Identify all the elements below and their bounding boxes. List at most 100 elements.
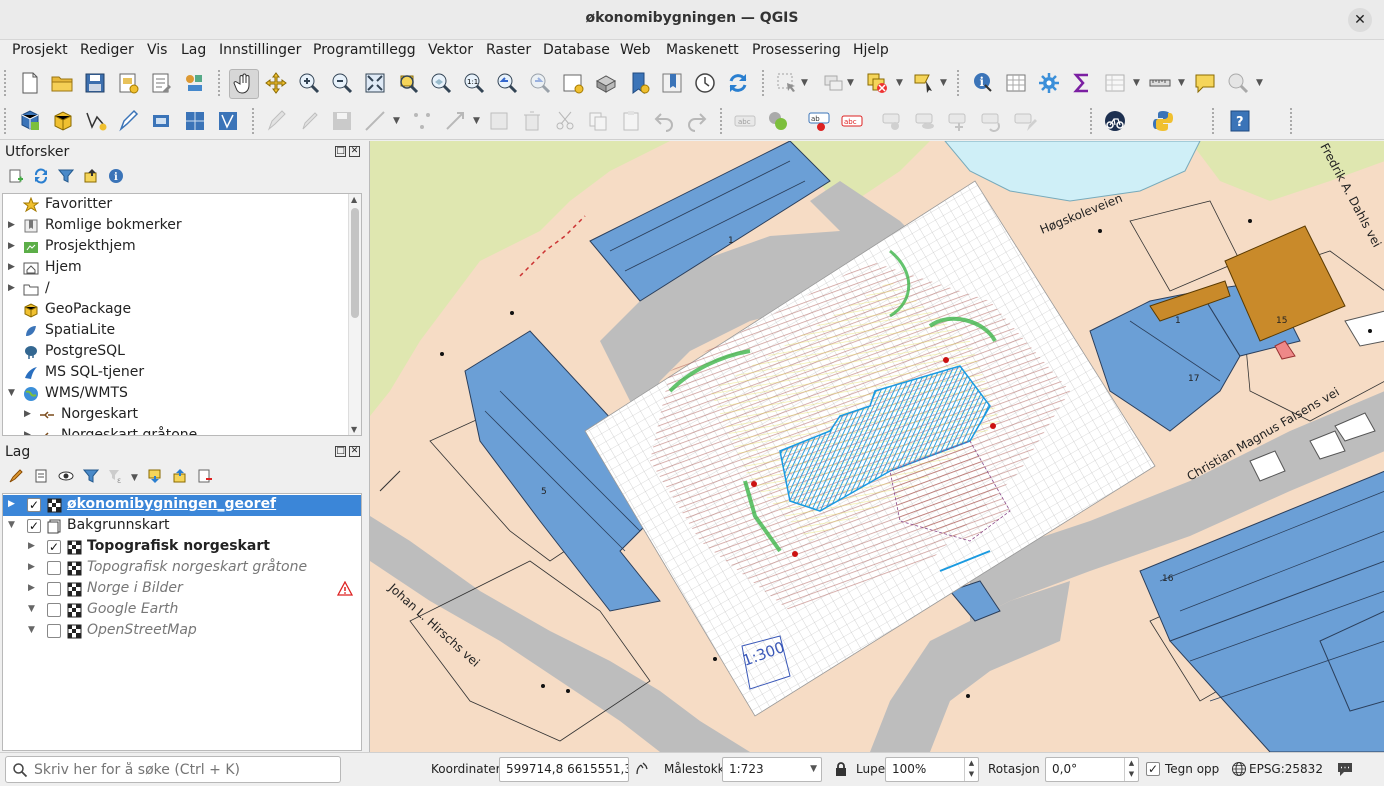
collapse-arrow-icon[interactable]: ▼ [28,604,35,614]
layer-styling-icon[interactable] [6,466,26,486]
menu-web[interactable]: Web [620,42,651,58]
select-features-icon[interactable] [774,70,800,96]
chevron-down-icon[interactable]: ▼ [1133,78,1140,88]
new-bookmark-icon[interactable] [626,70,652,96]
new-geopackage-icon[interactable] [50,108,76,134]
pin-labels-icon[interactable]: ab [806,108,832,134]
close-panel-icon[interactable]: ✕ [349,446,360,457]
browser-item[interactable]: ▶ Norgeskart [3,405,349,426]
expand-arrow-icon[interactable]: ▶ [28,541,35,551]
zoom-in-icon[interactable] [296,70,322,96]
move-diagram-icon[interactable] [946,108,972,134]
attribute-table-icon[interactable] [1003,70,1029,96]
layer-row[interactable]: ▶ Topografisk norgeskart gråtone [3,558,361,579]
expand-arrow-icon[interactable]: ▶ [8,262,15,272]
select-by-value-icon[interactable] [821,70,847,96]
label-tool-icon[interactable]: abc [732,108,758,134]
zoom-full-icon[interactable] [362,70,388,96]
toolbar-grip[interactable] [4,70,8,96]
menu-prosessering[interactable]: Prosessering [752,42,841,58]
annotation-icon[interactable] [1192,70,1218,96]
show-labels-icon[interactable]: abc [839,108,865,134]
menu-vis[interactable]: Vis [147,42,167,58]
modify-attributes-icon[interactable] [442,108,468,134]
coordinate-field[interactable]: 599714,8 6615551,3 [499,757,629,782]
zoom-out-icon[interactable] [329,70,355,96]
magnifier-field[interactable]: 100% ▲ ▼ [885,757,979,782]
render-checkbox[interactable]: ✓ [1146,762,1160,776]
rotation-spinner[interactable]: ▲ ▼ [1124,758,1138,781]
float-panel-icon[interactable]: □ [335,446,346,457]
paste-icon[interactable] [618,108,644,134]
toolbar-grip[interactable] [218,70,222,96]
new-mesh-layer-icon[interactable] [215,108,241,134]
cut-icon[interactable] [552,108,578,134]
statistics-sum-icon[interactable] [1069,70,1095,96]
close-panel-icon[interactable]: ✕ [349,146,360,157]
layer-visibility-checkbox[interactable] [47,624,61,638]
menu-database[interactable]: Database [543,42,610,58]
browser-item[interactable]: ▶ Prosjekthjem [3,237,349,258]
move-label-icon[interactable] [880,108,906,134]
toolbar-grip[interactable] [720,108,724,134]
search-input[interactable] [34,760,334,780]
deselect-icon[interactable] [864,70,890,96]
toolbar-grip[interactable] [957,70,961,96]
scrollbar-thumb[interactable] [351,208,359,318]
layer-visibility-checkbox[interactable] [47,603,61,617]
expand-arrow-icon[interactable]: ▶ [8,220,15,230]
menu-lag[interactable]: Lag [181,42,206,58]
pan-to-selection-icon[interactable] [263,70,289,96]
vertex-tool-icon[interactable] [409,108,435,134]
scale-field[interactable]: 1:723 ▼ [722,757,822,782]
layer-visibility-checkbox[interactable] [47,561,61,575]
help-icon[interactable]: ? [1227,108,1253,134]
new-print-layout-icon[interactable] [115,70,141,96]
menu-vektor[interactable]: Vektor [428,42,473,58]
layer-row[interactable]: ▶ Norge i Bilder [3,579,361,600]
browser-item[interactable]: GeoPackage [3,300,349,321]
properties-info-icon[interactable]: i [106,166,126,186]
layer-row[interactable]: ▼ OpenStreetMap [3,621,361,642]
expand-all-icon[interactable] [145,466,165,486]
menu-prosjekt[interactable]: Prosjekt [12,42,68,58]
expand-arrow-icon[interactable]: ▶ [8,499,15,509]
toolbar-grip[interactable] [762,70,766,96]
delete-selected-icon[interactable] [519,108,545,134]
save-project-icon[interactable] [82,70,108,96]
chevron-down-icon[interactable]: ▼ [940,78,947,88]
map-render[interactable]: 1:300 Høgskoleveien Christian Magnus Fal… [370,141,1384,752]
chevron-down-icon[interactable]: ▼ [131,473,138,483]
expand-arrow-icon[interactable]: ▶ [28,562,35,572]
collapse-all-icon[interactable] [81,166,101,186]
style-manager-icon[interactable] [181,70,207,96]
expand-arrow-icon[interactable]: ▶ [24,430,31,435]
collapse-arrow-icon[interactable]: ▼ [8,520,15,530]
refresh-browser-icon[interactable] [31,166,51,186]
rotation-field[interactable]: 0,0° ▲ ▼ [1045,757,1139,782]
copy-icon[interactable] [585,108,611,134]
toggle-editing-icon[interactable] [296,108,322,134]
zoom-native-icon[interactable]: 1:1 [461,70,487,96]
filter-by-expression-icon[interactable]: ε [106,466,126,486]
chevron-down-icon[interactable]: ▼ [1178,78,1185,88]
menu-hjelp[interactable]: Hjelp [853,42,889,58]
select-location-icon[interactable] [911,70,937,96]
browser-item[interactable]: ▶ / [3,279,349,300]
browser-item[interactable]: ▶ Romlige bokmerker [3,216,349,237]
toolbar-grip[interactable] [1090,108,1094,134]
toolbar-grip[interactable] [252,108,256,134]
open-project-icon[interactable] [49,70,75,96]
current-edits-icon[interactable] [264,108,290,134]
toolbar-grip[interactable] [1212,108,1216,134]
cycle-plugin-icon[interactable] [1102,108,1128,134]
filter-browser-icon[interactable] [56,166,76,186]
chevron-down-icon[interactable]: ▼ [393,116,400,126]
new-project-icon[interactable] [17,70,43,96]
menu-innstillinger[interactable]: Innstillinger [219,42,301,58]
collapse-layers-icon[interactable] [170,466,190,486]
messages-icon[interactable] [1336,760,1354,778]
remove-layer-icon[interactable] [195,466,215,486]
float-panel-icon[interactable]: □ [335,146,346,157]
expand-arrow-icon[interactable]: ▶ [8,283,15,293]
